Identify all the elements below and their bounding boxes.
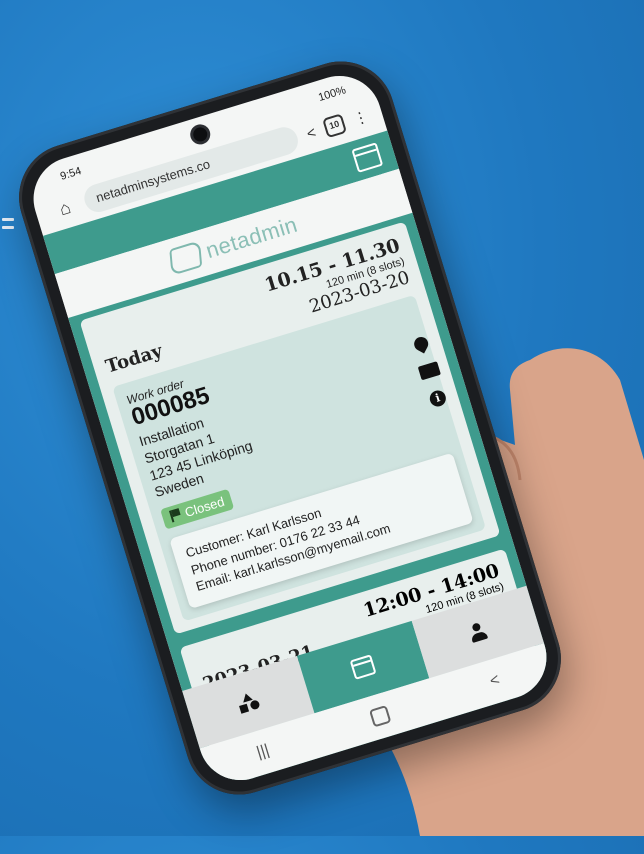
status-time: 9:54: [58, 165, 83, 183]
recent-apps-icon[interactable]: |||: [255, 742, 272, 763]
shapes-icon: [236, 691, 261, 714]
back-icon[interactable]: <: [488, 671, 502, 691]
status-label: Closed: [182, 493, 226, 520]
phone-wrapper: 9:54 100% ⌂ netadminsystems.co < 10 ⋮ ne…: [0, 0, 636, 854]
share-icon[interactable]: <: [305, 123, 318, 142]
system-home-icon[interactable]: [368, 705, 392, 728]
more-menu-icon[interactable]: ⋮: [351, 107, 370, 129]
phone-screen: 9:54 100% ⌂ netadminsystems.co < 10 ⋮ ne…: [23, 65, 557, 791]
contact-card-icon[interactable]: [417, 361, 441, 381]
user-icon: [468, 621, 489, 643]
day-title: Today: [103, 340, 165, 378]
home-icon[interactable]: ⌂: [51, 194, 78, 221]
logo-mark-icon: [169, 240, 202, 277]
status-battery: 100%: [316, 84, 348, 104]
calendar-icon[interactable]: [351, 142, 384, 173]
info-icon[interactable]: i: [427, 388, 448, 409]
flag-icon: [169, 508, 182, 522]
phone: 9:54 100% ⌂ netadminsystems.co < 10 ⋮ ne…: [5, 48, 575, 808]
calendar-icon: [349, 654, 377, 680]
tab-count-button[interactable]: 10: [322, 113, 348, 139]
